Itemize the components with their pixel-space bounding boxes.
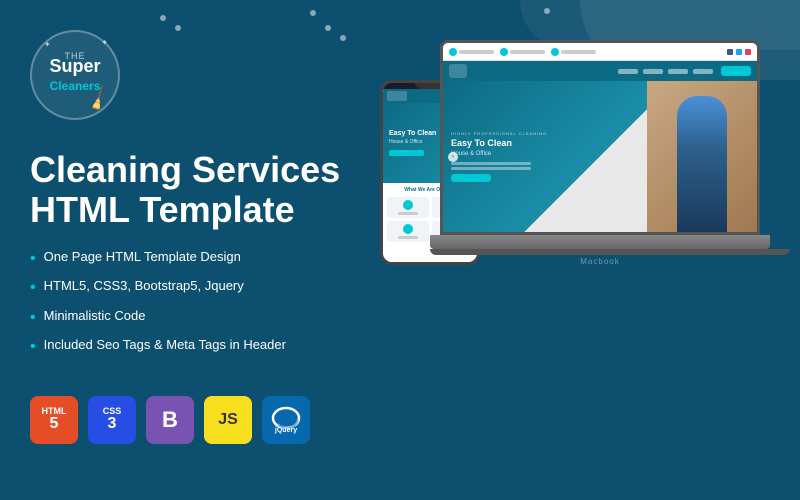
jquery-badge: jQuery [262, 396, 310, 444]
social-icons [727, 49, 751, 55]
hero-title-text: Easy To Clean [451, 138, 547, 149]
bullet-icon-3: • [30, 308, 36, 327]
svg-text:jQuery: jQuery [274, 427, 297, 434]
bullet-icon-1: • [30, 249, 36, 268]
laptop-base [430, 235, 770, 249]
feature-text-2: HTML5, CSS3, Bootstrap5, Jquery [44, 278, 244, 295]
nav-link-3 [668, 69, 688, 74]
js-badge: JS [204, 396, 252, 444]
screen-content: HIGHLY PROFESSIONAL CLEANING Easy To Cle… [443, 43, 757, 232]
feature-text-4: Included Seo Tags & Meta Tags in Header [44, 337, 286, 354]
service-icon-3 [403, 224, 413, 234]
hero-small-text: HIGHLY PROFESSIONAL CLEANING [451, 131, 547, 136]
features-list: • One Page HTML Template Design • HTML5,… [30, 249, 370, 366]
hero-description-line2 [451, 167, 531, 170]
topbar-phone-text [561, 50, 596, 54]
main-container: ✦ ✦ THE Super Cleaners 🧹 Cleaning Servic… [0, 0, 800, 500]
twitter-icon-sm [736, 49, 742, 55]
screen-hero-section: HIGHLY PROFESSIONAL CLEANING Easy To Cle… [443, 81, 757, 232]
hero-subtitle-text: House & Office [451, 151, 547, 157]
topbar-email-text [510, 50, 545, 54]
tech-badges: HTML 5 CSS 3 B JS jQu [30, 396, 370, 444]
jquery-logo-icon: jQuery [270, 406, 302, 434]
heading-line2: HTML Template [30, 190, 370, 230]
hero-text-block: HIGHLY PROFESSIONAL CLEANING Easy To Cle… [451, 131, 547, 182]
logo-circle: ✦ ✦ THE Super Cleaners 🧹 [30, 30, 120, 120]
feature-item-4: • Included Seo Tags & Meta Tags in Heade… [30, 337, 370, 356]
phone-icon-sm [551, 48, 559, 56]
feature-text-3: Minimalistic Code [44, 308, 146, 325]
screen-nav-cta-button [721, 66, 751, 76]
screen-logo-sm [449, 64, 467, 78]
laptop-screen: HIGHLY PROFESSIONAL CLEANING Easy To Cle… [440, 40, 760, 235]
html-badge: HTML 5 [30, 396, 78, 444]
topbar-hours-text [459, 50, 494, 54]
topbar-phone [551, 48, 596, 56]
screen-nav-links [618, 69, 713, 74]
right-panel: Easy To Clean House & Office What We Are… [370, 20, 770, 480]
laptop-foot [430, 249, 790, 255]
mobile-hero-button [389, 150, 424, 156]
laptop-mockup: HIGHLY PROFESSIONAL CLEANING Easy To Cle… [430, 40, 770, 266]
service-text-3 [398, 236, 418, 239]
screen-topbar [443, 43, 757, 61]
screen-nav-bar [443, 61, 757, 81]
heading-line1: Cleaning Services [30, 150, 370, 190]
nav-link-1 [618, 69, 638, 74]
feature-item-3: • Minimalistic Code [30, 308, 370, 327]
instagram-icon-sm [745, 49, 751, 55]
main-heading: Cleaning Services HTML Template [30, 150, 370, 229]
logo-super-text: Super [49, 56, 100, 76]
nav-link-4 [693, 69, 713, 74]
nav-link-2 [643, 69, 663, 74]
bootstrap-badge: B [146, 396, 194, 444]
hero-cta-button [451, 174, 491, 182]
feature-text-1: One Page HTML Template Design [44, 249, 241, 266]
left-panel: ✦ ✦ THE Super Cleaners 🧹 Cleaning Servic… [30, 20, 370, 480]
logo-area: ✦ ✦ THE Super Cleaners 🧹 [30, 30, 370, 120]
service-text-1 [398, 212, 418, 215]
mobile-service-1 [387, 197, 429, 218]
hero-description-line1 [451, 162, 531, 165]
person-silhouette [677, 96, 727, 232]
bullet-icon-2: • [30, 278, 36, 297]
css-badge: CSS 3 [88, 396, 136, 444]
email-icon-sm [500, 48, 508, 56]
facebook-icon-sm [727, 49, 733, 55]
feature-item-1: • One Page HTML Template Design [30, 249, 370, 268]
bullet-icon-4: • [30, 337, 36, 356]
hero-image-area [647, 81, 757, 232]
topbar-hours [449, 48, 494, 56]
service-icon-1 [403, 200, 413, 210]
feature-item-2: • HTML5, CSS3, Bootstrap5, Jquery [30, 278, 370, 297]
clock-icon-sm [449, 48, 457, 56]
topbar-email [500, 48, 545, 56]
mobile-service-3 [387, 221, 429, 242]
hero-person-image [647, 81, 757, 232]
mobile-logo-sm [387, 91, 407, 101]
laptop-label-text: Macbook [430, 257, 770, 266]
